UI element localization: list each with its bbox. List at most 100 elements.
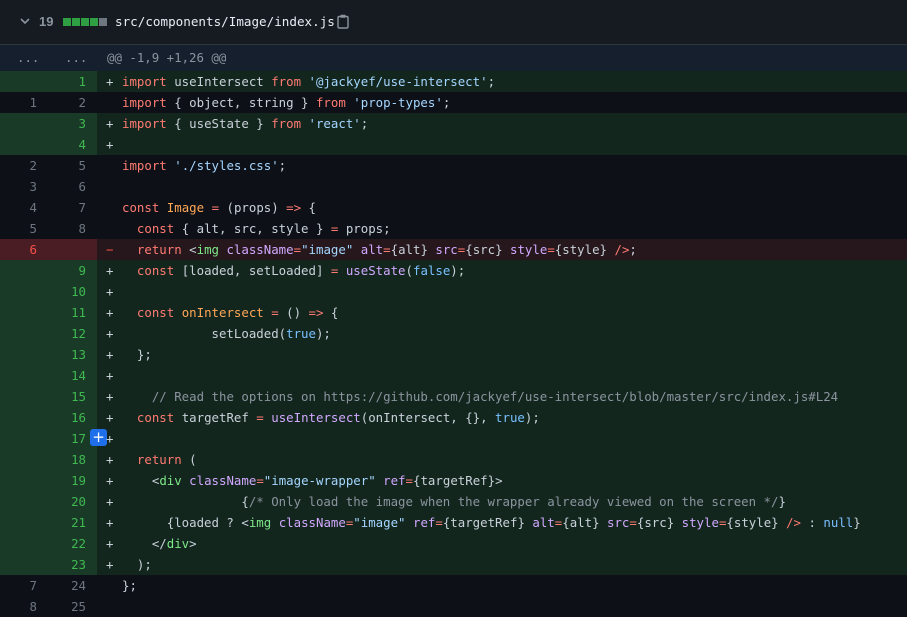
new-line-gutter[interactable]: 15 [48,386,97,407]
diff-line[interactable]: 18 + return ( [0,449,907,470]
diff-line[interactable]: 22 + </div> [0,533,907,554]
diff-line[interactable]: 21 + {loaded ? <img className = "image" ref… [0,512,907,533]
code-token: /> [786,515,802,530]
new-line-gutter[interactable]: 13 [48,344,97,365]
new-line-gutter[interactable]: 6 [48,176,97,197]
code-token: { alt, src, style } [174,221,331,236]
new-line-gutter[interactable]: 9 [48,260,97,281]
old-line-gutter[interactable] [0,554,48,575]
new-line-gutter[interactable]: 4 [48,134,97,155]
new-line-gutter[interactable]: 3 [48,113,97,134]
old-line-gutter[interactable] [0,428,48,449]
old-line-gutter[interactable] [0,302,48,323]
diff-line[interactable]: 36 [0,176,907,197]
diff-sign: + [106,536,114,551]
code-token: onIntersect [181,305,264,320]
new-line-gutter[interactable]: 2 [48,92,97,113]
old-line-gutter[interactable]: 1 [0,92,48,113]
new-line-gutter[interactable]: 23 [48,554,97,575]
diff-line[interactable]: 15 + // Read the options on https://githu… [0,386,907,407]
old-line-gutter[interactable] [0,134,48,155]
old-line-number: 7 [29,578,37,593]
new-line-number: 12 [71,326,86,341]
diff-line[interactable]: 17 + + [0,428,907,449]
add-comment-button[interactable]: + [90,429,107,446]
new-line-number: 1 [78,74,86,89]
old-line-gutter[interactable]: 3 [0,176,48,197]
old-line-gutter[interactable] [0,113,48,134]
new-line-gutter[interactable]: 12 [48,323,97,344]
old-line-gutter[interactable] [0,344,48,365]
old-line-gutter[interactable] [0,71,48,92]
old-line-gutter[interactable]: 4 [0,197,48,218]
diff-sign: + [106,326,114,341]
new-line-gutter[interactable]: 11 [48,302,97,323]
new-line-gutter[interactable]: 10 [48,281,97,302]
old-line-gutter[interactable] [0,386,48,407]
diff-line[interactable]: 19 + <div className="image-wrapper" ref={… [0,470,907,491]
code-token: {src} [636,515,682,530]
old-line-gutter[interactable] [0,260,48,281]
new-line-gutter[interactable]: 16 [48,407,97,428]
new-line-gutter[interactable]: 20 [48,491,97,512]
copy-icon[interactable] [337,14,349,29]
diff-sign: + [106,116,114,131]
old-line-gutter[interactable] [0,323,48,344]
new-line-gutter[interactable]: 7 [48,197,97,218]
new-line-gutter[interactable] [48,239,97,260]
new-line-gutter[interactable]: 8 [48,218,97,239]
old-line-gutter[interactable] [0,533,48,554]
code-token: false [412,263,451,278]
old-line-gutter[interactable] [0,512,48,533]
diff-sign: + [106,74,114,89]
file-path[interactable]: src/components/Image/index.js [115,14,335,29]
code-token: { object, string } [166,95,316,110]
diff-line[interactable]: 14 + [0,365,907,386]
chevron-down-icon[interactable] [19,15,31,27]
new-line-gutter[interactable]: 5 [48,155,97,176]
old-line-gutter[interactable]: 6 [0,239,48,260]
diff-line[interactable]: 2 5 import './styles.css'; [0,155,907,176]
diff-line[interactable]: 16 + const targetRef = useIntersect(onInt… [0,407,907,428]
new-line-gutter[interactable]: 18 [48,449,97,470]
diff-line[interactable]: 6− return <img className="image" alt={al… [0,239,907,260]
diff-line[interactable]: 13 + }; [0,344,907,365]
diff-line[interactable]: 9 + const [loaded, setLoaded] = useState(… [0,260,907,281]
diff-line[interactable]: 23 + ); [0,554,907,575]
old-line-gutter[interactable] [0,449,48,470]
diff-line[interactable]: 1 2 import { object, string } from 'prop-t… [0,92,907,113]
old-line-gutter[interactable]: 2 [0,155,48,176]
diff-line[interactable]: 12 + setLoaded(true); [0,323,907,344]
diff-line[interactable]: 4 7 const Image = (props) => { [0,197,907,218]
code-token: ref [383,473,406,488]
diff-line[interactable]: 4 + [0,134,907,155]
new-line-gutter[interactable]: 14 [48,365,97,386]
diff-line[interactable]: 11 + const onIntersect = () => { [0,302,907,323]
expand-up-button[interactable]: ... [17,50,39,65]
new-line-gutter[interactable]: 24 [48,575,97,596]
new-line-gutter[interactable]: 22 [48,533,97,554]
new-line-number: 17 [71,431,86,446]
code-token: (onIntersect, {}, [360,410,496,425]
diff-line[interactable]: 20 + {/* Only load the image when the wra… [0,491,907,512]
old-line-gutter[interactable] [0,491,48,512]
diff-line[interactable]: 1 + import useIntersect from '@jackyef/use… [0,71,907,92]
new-line-gutter[interactable]: 19 [48,470,97,491]
old-line-gutter[interactable] [0,407,48,428]
old-line-gutter[interactable]: 7 [0,575,48,596]
diff-line[interactable]: 7 24}; [0,575,907,596]
code-token: }; [122,347,152,362]
old-line-gutter[interactable] [0,470,48,491]
new-line-gutter[interactable]: 1 [48,71,97,92]
old-line-gutter[interactable] [0,365,48,386]
new-line-gutter[interactable]: 21 [48,512,97,533]
diff-line[interactable]: 3 + import { useState } from 'react'; [0,113,907,134]
diff-line[interactable]: 5 8 const { alt, src, style } = props; [0,218,907,239]
code-token: ; [360,116,369,131]
old-line-gutter[interactable]: 5 [0,218,48,239]
diff-line[interactable]: 10 + [0,281,907,302]
expand-down-button[interactable]: ... [65,50,87,65]
diff-sign: + [106,431,114,446]
old-line-gutter[interactable] [0,281,48,302]
